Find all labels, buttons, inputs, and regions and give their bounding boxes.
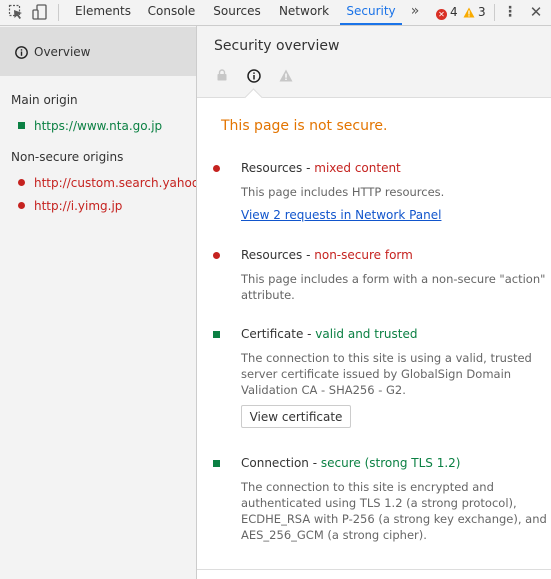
- security-sidebar: Overview Main origin https://www.nta.go.…: [0, 26, 197, 579]
- secure-square-icon: [18, 122, 25, 129]
- sidebar-item-label: Overview: [34, 45, 91, 59]
- tab-sources[interactable]: Sources: [206, 0, 268, 25]
- origin-url: http://i.yimg.jp: [34, 199, 123, 213]
- device-toolbar-icon[interactable]: [32, 4, 48, 20]
- security-main-panel: Security overview This page is not secur…: [197, 26, 551, 579]
- sidebar-item-non-secure-origin[interactable]: http://i.yimg.jp: [18, 199, 196, 213]
- origin-url: http://custom.search.yahoo.co.jp: [34, 176, 196, 190]
- toolbar-divider: [494, 4, 495, 21]
- item-description: The connection to this site is using a v…: [241, 351, 532, 397]
- network-panel-link[interactable]: View 2 requests in Network Panel: [241, 208, 441, 222]
- toolbar-divider: [58, 4, 59, 21]
- tab-elements[interactable]: Elements: [69, 0, 137, 25]
- warning-counter[interactable]: 3: [463, 4, 486, 20]
- main-origin-heading: Main origin: [11, 93, 78, 107]
- page-title: Security overview: [214, 38, 340, 54]
- sidebar-item-main-origin[interactable]: https://www.nta.go.jp: [18, 119, 196, 133]
- secure-square-icon: [213, 331, 220, 338]
- kebab-menu-icon[interactable]: ⋮: [503, 2, 517, 22]
- more-tabs-icon[interactable]: »: [408, 0, 422, 25]
- insecure-dot-icon: [213, 165, 220, 172]
- sidebar-item-overview[interactable]: Overview: [0, 27, 196, 76]
- item-description: This page includes a form with a non-sec…: [241, 272, 546, 302]
- inspect-element-icon[interactable]: [8, 4, 24, 20]
- devtools-toolbar: Elements Console Sources Network Securit…: [0, 0, 551, 26]
- info-icon: [247, 69, 261, 83]
- divider: [197, 569, 551, 570]
- tab-network[interactable]: Network: [272, 0, 336, 25]
- security-item-certificate: Certificate - valid and trusted The conn…: [213, 327, 547, 437]
- warning-icon: [463, 7, 475, 18]
- close-icon[interactable]: ✕: [528, 2, 544, 22]
- view-certificate-button[interactable]: View certificate: [241, 405, 351, 428]
- item-title: Resources - non-secure form: [241, 248, 413, 262]
- lock-icon: [217, 69, 227, 81]
- warning-icon: [279, 69, 293, 82]
- header-pointer: [244, 88, 263, 107]
- secure-square-icon: [213, 460, 220, 467]
- item-description: This page includes HTTP resources.: [241, 185, 445, 199]
- origin-url: https://www.nta.go.jp: [34, 119, 163, 133]
- item-title: Connection - secure (strong TLS 1.2): [241, 456, 461, 470]
- insecure-dot-icon: [18, 202, 25, 209]
- sidebar-item-non-secure-origin[interactable]: http://custom.search.yahoo.co.jp: [18, 176, 196, 190]
- security-item-mixed-content: Resources - mixed content This page incl…: [213, 161, 547, 231]
- item-status: non-secure form: [314, 248, 413, 262]
- error-icon: ✕: [436, 9, 447, 20]
- tab-security[interactable]: Security: [340, 0, 402, 25]
- security-summary: This page is not secure.: [221, 118, 388, 134]
- item-title: Certificate - valid and trusted: [241, 327, 418, 341]
- item-status: mixed content: [314, 161, 401, 175]
- item-status: secure (strong TLS 1.2): [320, 456, 461, 470]
- item-description: The connection to this site is encrypted…: [241, 480, 547, 542]
- warning-count: 3: [478, 5, 486, 19]
- error-counter[interactable]: ✕ 4: [436, 4, 458, 20]
- security-header: Security overview: [197, 26, 551, 107]
- item-title: Resources - mixed content: [241, 161, 401, 175]
- insecure-dot-icon: [213, 252, 220, 259]
- security-item-non-secure-form: Resources - non-secure form This page in…: [213, 248, 547, 308]
- item-status: valid and trusted: [315, 327, 418, 341]
- info-icon: [15, 46, 28, 59]
- insecure-dot-icon: [18, 179, 25, 186]
- security-item-connection: Connection - secure (strong TLS 1.2) The…: [213, 456, 547, 556]
- non-secure-origins-heading: Non-secure origins: [11, 150, 124, 164]
- error-count: 4: [450, 5, 458, 19]
- tab-console[interactable]: Console: [140, 0, 203, 25]
